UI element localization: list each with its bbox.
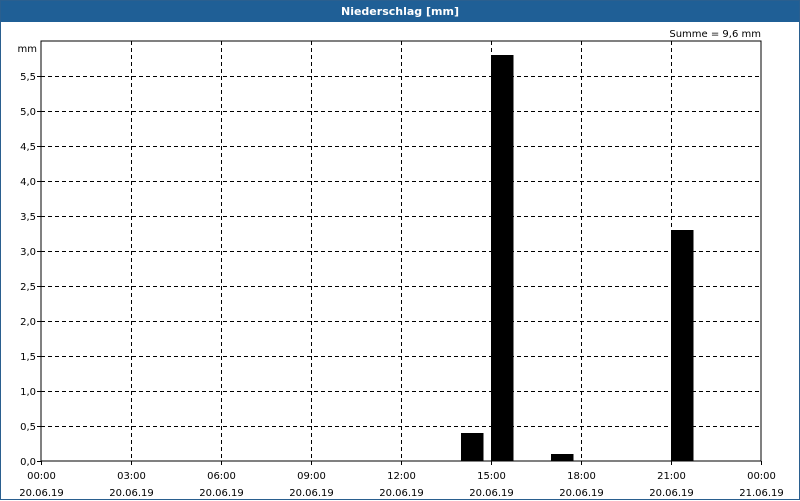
chart-window: Niederschlag [mm] 0,0 0,5 1,0 1,5 2,0 2,5 3,0 3…	[0, 0, 800, 500]
y-axis-label: mm	[18, 44, 37, 55]
x-tick-time: 06:00	[207, 471, 236, 482]
x-tick-date: 20.06.19	[289, 488, 334, 499]
y-tick-label: 5,0	[20, 107, 36, 118]
x-tick-time: 12:00	[387, 471, 416, 482]
x-tick-time: 18:00	[567, 471, 596, 482]
precipitation-bar	[551, 454, 574, 461]
precipitation-chart: 0,0 0,5 1,0 1,5 2,0 2,5 3,0 3,5 4,0 4,5 5,0 5,5 00:…	[18, 29, 784, 499]
precipitation-bar	[461, 433, 484, 461]
y-tick-label: 2,0	[20, 317, 36, 328]
y-tick-label: 1,5	[20, 352, 36, 363]
x-tick-time: 09:00	[297, 471, 326, 482]
x-tick-time: 00:00	[747, 471, 776, 482]
y-tick-label: 3,0	[20, 247, 36, 258]
y-tick-label: 0,0	[20, 457, 36, 468]
grid-lines	[41, 41, 761, 461]
y-axis-ticks: 0,0 0,5 1,0 1,5 2,0 2,5 3,0 3,5 4,0 4,5 5,0 5,5	[20, 72, 41, 468]
y-tick-label: 1,0	[20, 387, 36, 398]
x-tick-date: 20.06.19	[109, 488, 154, 499]
x-tick-time: 00:00	[27, 471, 56, 482]
y-tick-label: 5,5	[20, 72, 36, 83]
y-tick-label: 4,5	[20, 142, 36, 153]
bars-group	[461, 55, 694, 461]
x-tick-date: 20.06.19	[559, 488, 604, 499]
sum-label: Summe = 9,6 mm	[669, 29, 761, 40]
x-tick-time: 03:00	[117, 471, 146, 482]
precipitation-bar	[671, 230, 694, 461]
x-tick-time: 21:00	[657, 471, 686, 482]
x-tick-time: 15:00	[477, 471, 506, 482]
y-tick-label: 4,0	[20, 177, 36, 188]
y-tick-label: 2,5	[20, 282, 36, 293]
x-tick-date: 20.06.19	[379, 488, 424, 499]
x-tick-date: 20.06.19	[469, 488, 514, 499]
precipitation-bar	[491, 55, 514, 461]
x-tick-date: 20.06.19	[649, 488, 694, 499]
x-axis-ticks: 00:00 20.06.19 03:00 20.06.19 06:00 20.06.19 0…	[19, 461, 784, 499]
x-tick-date: 20.06.19	[199, 488, 244, 499]
y-tick-label: 0,5	[20, 422, 36, 433]
x-tick-date: 20.06.19	[19, 488, 64, 499]
x-tick-date: 21.06.19	[739, 488, 784, 499]
y-tick-label: 3,5	[20, 212, 36, 223]
